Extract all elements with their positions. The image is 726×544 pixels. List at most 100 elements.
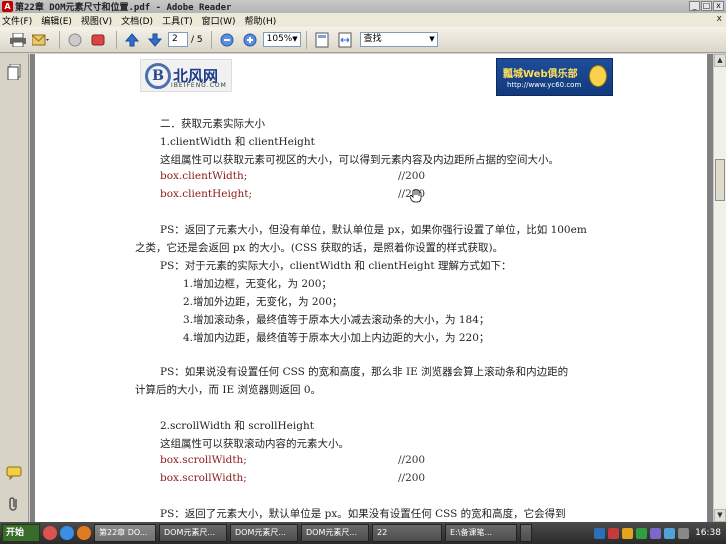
scroll-down-button[interactable]: ▼ <box>714 509 726 522</box>
email-icon[interactable] <box>31 31 51 49</box>
code-comment: //200 <box>398 472 426 484</box>
menu-tools[interactable]: 工具(T) <box>162 14 193 27</box>
firefox-icon[interactable] <box>77 526 91 540</box>
paragraph-line: PS：返回了元素大小，但没有单位，默认单位是 px，如果你强行设置了单位，比如 … <box>160 224 587 236</box>
taskbar-item-firefox[interactable]: DOM元素尺... <box>159 524 227 542</box>
fit-width-icon[interactable] <box>335 31 355 49</box>
tray-app-icon[interactable] <box>608 527 620 539</box>
paragraph-line: 这组属性可以获取滚动内容的元素大小。 <box>160 438 349 450</box>
paragraph-line: 这组属性可以获取元素可视区的大小，可以得到元素内容及内边距所占据的空间大小。 <box>160 154 559 166</box>
start-button[interactable]: 开始 <box>2 524 40 542</box>
code-line: box.scrollWidth; <box>160 454 247 466</box>
code-comment: //200 <box>398 454 426 466</box>
scroll-up-button[interactable]: ▲ <box>714 54 726 67</box>
chevron-down-icon: ▼ <box>292 35 298 43</box>
yc60-logo: 瓢城Web俱乐部 http://www.yc60.com <box>496 58 613 96</box>
toolbar-separator <box>59 30 60 49</box>
beifeng-logo-sub: IBEIFENG.COM <box>171 82 227 89</box>
taskbar-item-other[interactable] <box>520 524 532 542</box>
maximize-button[interactable]: □ <box>701 1 712 11</box>
code-line: box.clientHeight; <box>160 188 253 200</box>
subsection-heading: 2.scrollWidth 和 scrollHeight <box>160 420 314 432</box>
comments-icon[interactable] <box>6 466 22 482</box>
toolbar: 2 / 5 105% ▼ 查找 ▼ <box>0 27 726 53</box>
start-label: 开始 <box>6 528 25 538</box>
code-line: box.clientWidth; <box>160 170 248 182</box>
scrollbar-thumb[interactable] <box>715 159 725 201</box>
search-box[interactable]: 查找 ▼ <box>359 32 438 47</box>
tray-app-icon[interactable] <box>678 527 690 539</box>
paragraph-line: 计算后的大小，而 IE 浏览器则返回 0。 <box>135 384 322 396</box>
hand-cursor-icon <box>409 188 422 207</box>
network-icon[interactable] <box>636 527 648 539</box>
taskbar-item-chrome[interactable]: DOM元素尺... <box>230 524 298 542</box>
section-heading: 二．获取元素实际大小 <box>160 118 265 130</box>
toolbar-separator <box>305 30 307 49</box>
window-title: 第22章 DOM元素尺寸和位置.pdf - Adobe Reader <box>15 3 232 13</box>
document-close-button[interactable]: x <box>717 14 722 24</box>
ime-icon[interactable] <box>594 527 606 539</box>
menu-file[interactable]: 文件(F) <box>2 14 32 27</box>
list-item: 2.增加外边距，无变化，为 200； <box>183 296 343 308</box>
close-button[interactable]: x <box>713 1 724 11</box>
zoom-out-icon[interactable] <box>217 31 237 49</box>
tray-app-icon[interactable] <box>650 527 662 539</box>
pdf-page: B 北风网 IBEIFENG.COM 瓢城Web俱乐部 http://www.y… <box>35 54 707 522</box>
attachment-icon[interactable] <box>6 496 22 512</box>
clock-icon <box>589 65 607 87</box>
chevron-down-icon: ▼ <box>429 35 435 43</box>
window-controls: _ □ x <box>689 1 724 11</box>
select-tool-icon[interactable] <box>88 31 108 49</box>
taskbar-item-editor[interactable]: E:\备课笔... <box>445 524 517 542</box>
paragraph-line: 之类，它还是会返回 px 的大小。(CSS 获取的话，是照着你设置的样式获取)。 <box>135 242 504 254</box>
previous-page-icon[interactable] <box>122 31 142 49</box>
beifeng-logo-mark: B <box>145 62 171 89</box>
menu-view[interactable]: 视图(V) <box>81 14 112 27</box>
adobe-reader-window: A 第22章 DOM元素尺寸和位置.pdf - Adobe Reader _ □… <box>0 0 726 522</box>
menu-bar: 文件(F) 编辑(E) 视图(V) 文档(D) 工具(T) 窗口(W) 帮助(H… <box>0 13 726 27</box>
print-icon[interactable] <box>8 31 28 49</box>
minimize-button[interactable]: _ <box>689 1 700 11</box>
document-area[interactable]: B 北风网 IBEIFENG.COM 瓢城Web俱乐部 http://www.y… <box>30 54 713 522</box>
list-item: 3.增加滚动条，最终值等于原本大小减去滚动条的大小，为 184； <box>183 314 490 326</box>
zoom-in-icon[interactable] <box>240 31 260 49</box>
zoom-value: 105% <box>266 34 293 44</box>
menu-help[interactable]: 帮助(H) <box>245 14 277 27</box>
toolbar-separator <box>116 30 117 49</box>
navigation-pane <box>0 54 29 522</box>
menu-document[interactable]: 文档(D) <box>121 14 153 27</box>
paragraph-line: PS：返回了元素大小，默认单位是 px。如果没有设置任何 CSS 的宽和高度，它… <box>160 508 566 520</box>
page-number-input[interactable]: 2 <box>168 32 188 47</box>
code-comment: //200 <box>398 170 426 182</box>
volume-icon[interactable] <box>664 527 676 539</box>
hand-tool-icon[interactable] <box>65 31 85 49</box>
page-total: / 5 <box>191 34 203 45</box>
adobe-reader-icon: A <box>2 1 13 12</box>
code-line: box.scrollWidth; <box>160 472 247 484</box>
search-input[interactable]: 查找 <box>364 34 382 44</box>
system-clock: 16:38 <box>695 528 721 538</box>
zoom-select[interactable]: 105% ▼ <box>262 32 301 47</box>
browser-icon[interactable] <box>43 526 57 540</box>
subsection-heading: 1.clientWidth 和 clientHeight <box>160 136 315 148</box>
title-bar: A 第22章 DOM元素尺寸和位置.pdf - Adobe Reader _ □… <box>0 0 726 13</box>
chrome-icon[interactable] <box>60 526 74 540</box>
list-item: 1.增加边框，无变化，为 200； <box>183 278 332 290</box>
tray-app-icon[interactable] <box>622 527 634 539</box>
list-item: 4.增加内边距，最终值等于原本大小加上内边距的大小，为 220； <box>183 332 490 344</box>
beifeng-logo: B 北风网 IBEIFENG.COM <box>140 59 232 92</box>
fit-page-icon[interactable] <box>312 31 332 49</box>
menu-window[interactable]: 窗口(W) <box>202 14 236 27</box>
yc60-logo-title: 瓢城Web俱乐部 <box>503 69 578 80</box>
taskbar-item-folder[interactable]: 22 <box>372 524 442 542</box>
next-page-icon[interactable] <box>145 31 165 49</box>
taskbar-item-ie[interactable]: DOM元素尺... <box>301 524 369 542</box>
yc60-logo-url: http://www.yc60.com <box>507 81 582 89</box>
vertical-scrollbar[interactable]: ▲ ▼ <box>713 54 726 522</box>
menu-edit[interactable]: 编辑(E) <box>41 14 72 27</box>
taskbar: 开始 第22章 DO... DOM元素尺... DOM元素尺... DOM元素尺… <box>0 522 726 544</box>
taskbar-item-reader[interactable]: 第22章 DO... <box>94 524 156 542</box>
toolbar-separator <box>210 30 212 49</box>
pages-icon[interactable] <box>6 63 22 81</box>
paragraph-line: PS：如果说没有设置任何 CSS 的宽和高度，那么非 IE 浏览器会算上滚动条和… <box>160 366 569 378</box>
